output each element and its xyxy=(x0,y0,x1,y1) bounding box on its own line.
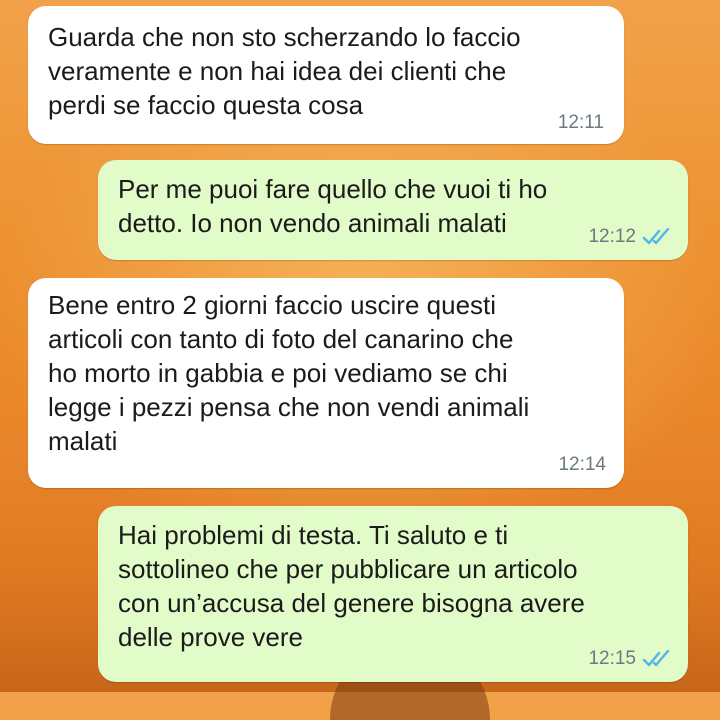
message-bubble-outgoing[interactable]: Per me puoi fare quello che vuoi ti ho d… xyxy=(98,160,688,260)
message-timestamp: 12:15 xyxy=(588,648,636,669)
message-bubble-incoming[interactable]: Bene entro 2 giorni faccio uscire questi… xyxy=(28,278,624,488)
message-text: Guarda che non sto scherzando lo faccio … xyxy=(48,22,521,120)
message-text: Hai problemi di testa. Ti saluto e ti so… xyxy=(118,520,585,652)
message-meta: 12:12 xyxy=(588,226,672,248)
double-check-read-icon xyxy=(642,650,670,667)
message-meta: 12:14 xyxy=(558,454,606,476)
message-timestamp: 12:11 xyxy=(557,112,604,133)
message-meta: 12:15 xyxy=(588,648,672,670)
message-timestamp: 12:14 xyxy=(558,454,606,475)
message-text: Per me puoi fare quello che vuoi ti ho d… xyxy=(118,174,548,238)
message-meta: 12:11 xyxy=(558,112,604,134)
message-bubble-outgoing[interactable]: Hai problemi di testa. Ti saluto e ti so… xyxy=(98,506,688,682)
double-check-read-icon xyxy=(642,228,670,245)
message-text: Bene entro 2 giorni faccio uscire questi… xyxy=(48,290,530,456)
message-bubble-incoming[interactable]: Guarda che non sto scherzando lo faccio … xyxy=(28,6,624,144)
message-timestamp: 12:12 xyxy=(588,226,636,247)
